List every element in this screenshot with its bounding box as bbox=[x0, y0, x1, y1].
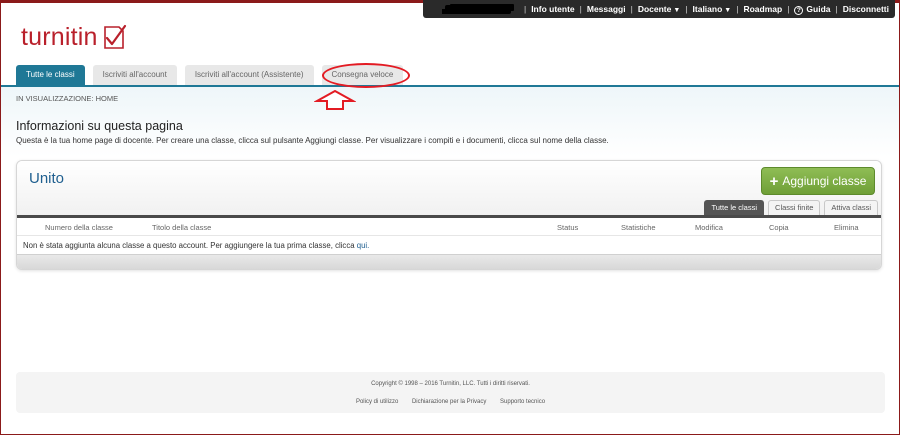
nav-italiano[interactable]: Italiano ▼ bbox=[693, 4, 732, 14]
tab-iscriviti-account[interactable]: Iscriviti all'account bbox=[92, 65, 177, 85]
col-statistiche: Statistiche bbox=[621, 223, 656, 232]
highlight-circle-annotation bbox=[322, 63, 410, 88]
subtab-attiva-classi[interactable]: Attiva classi bbox=[824, 200, 878, 215]
top-navigation-bar: | Info utente | Messaggi | Docente ▼ | It… bbox=[422, 0, 895, 18]
nav-info-utente[interactable]: Info utente bbox=[531, 4, 574, 14]
caret-down-icon: ▼ bbox=[673, 7, 681, 14]
help-circle-icon: ? bbox=[794, 5, 804, 15]
col-elimina: Elimina bbox=[834, 223, 859, 232]
logo-text: turnitin bbox=[21, 23, 98, 51]
col-titolo-classe: Titolo della classe bbox=[152, 223, 212, 232]
nav-disconnetti[interactable]: Disconnetti bbox=[843, 4, 889, 14]
nav-messaggi[interactable]: Messaggi bbox=[587, 4, 626, 14]
col-copia: Copia bbox=[769, 223, 789, 232]
footer-link-policy[interactable]: Policy di utilizzo bbox=[356, 399, 398, 405]
subtab-classi-finite[interactable]: Classi finite bbox=[768, 200, 821, 215]
panel-footer bbox=[17, 254, 881, 269]
classes-panel: Unito + Aggiungi classe Tutte le classi … bbox=[16, 160, 882, 270]
copyright-text: Copyright © 1998 – 2016 Turnitin, LLC. T… bbox=[371, 381, 530, 387]
breadcrumb: IN VISUALIZZAZIONE: HOME bbox=[16, 94, 119, 103]
subtab-tutte-le-classi[interactable]: Tutte le classi bbox=[704, 200, 765, 215]
page-footer: Copyright © 1998 – 2016 Turnitin, LLC. T… bbox=[16, 372, 885, 413]
logo-page-icon bbox=[103, 24, 126, 49]
nav-guida[interactable]: ? Guida bbox=[794, 4, 831, 15]
add-first-class-link[interactable]: qui. bbox=[357, 241, 370, 250]
empty-message: Non è stata aggiunta alcuna classe a que… bbox=[23, 241, 355, 250]
table-header: Numero della classe Titolo della classe … bbox=[17, 219, 881, 235]
tab-iscriviti-account-assistente[interactable]: Iscriviti all'account (Assistente) bbox=[184, 65, 314, 85]
footer-link-privacy[interactable]: Dichiarazione per la Privacy bbox=[412, 399, 486, 405]
nav-docente[interactable]: Docente ▼ bbox=[638, 4, 680, 14]
plus-icon: + bbox=[769, 172, 779, 190]
tabs-underline bbox=[1, 85, 899, 87]
redacted-username bbox=[444, 4, 511, 14]
nav-roadmap[interactable]: Roadmap bbox=[743, 4, 782, 14]
info-title: Informazioni su questa pagina bbox=[16, 119, 183, 133]
col-modifica: Modifica bbox=[695, 223, 723, 232]
add-class-button[interactable]: + Aggiungi classe bbox=[761, 167, 875, 195]
empty-table-row: Non è stata aggiunta alcuna classe a que… bbox=[17, 235, 881, 254]
footer-link-support[interactable]: Supporto tecnico bbox=[500, 399, 545, 405]
panel-separator bbox=[17, 215, 881, 218]
info-text: Questa è la tua home page di docente. Pe… bbox=[16, 136, 609, 145]
class-filter-tabs: Tutte le classi Classi finite Attiva cla… bbox=[704, 200, 878, 215]
tab-tutte-le-classi[interactable]: Tutte le classi bbox=[16, 65, 85, 85]
arrow-up-annotation-icon bbox=[314, 90, 356, 110]
footer-links: Policy di utilizzo Dichiarazione per la … bbox=[16, 399, 885, 405]
turnitin-logo[interactable]: turnitin bbox=[21, 20, 127, 52]
panel-title: Unito bbox=[29, 170, 65, 187]
col-numero-classe: Numero della classe bbox=[45, 223, 113, 232]
col-status: Status bbox=[557, 223, 579, 232]
caret-down-icon: ▼ bbox=[724, 7, 732, 14]
